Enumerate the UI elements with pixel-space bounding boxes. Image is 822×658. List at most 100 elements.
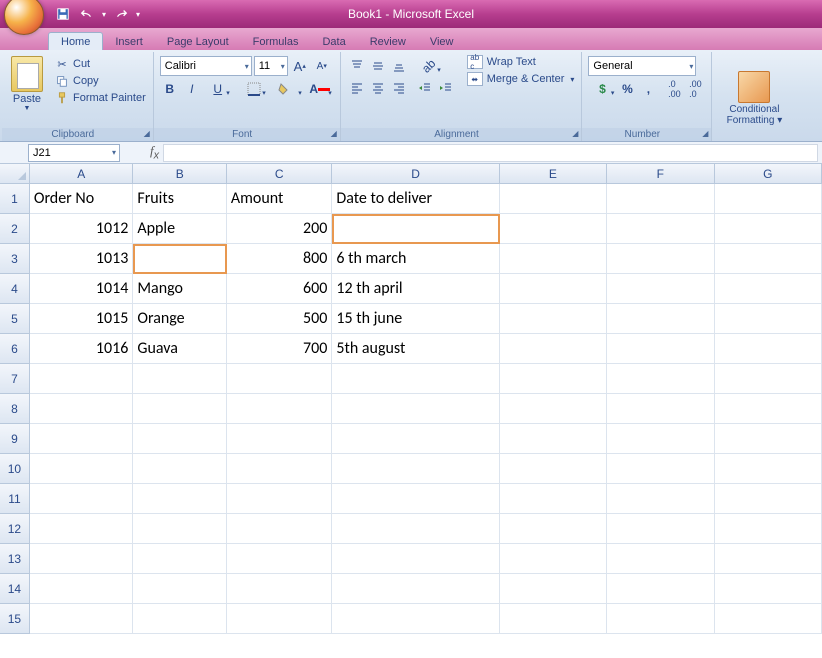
row-header-1[interactable]: 1 — [0, 184, 30, 214]
redo-icon[interactable] — [110, 4, 132, 24]
cell-C14[interactable] — [227, 574, 332, 604]
cell-B6[interactable]: Guava — [133, 334, 227, 364]
cell-G5[interactable] — [715, 304, 822, 334]
number-launcher[interactable]: ◢ — [702, 129, 708, 138]
cell-D14[interactable] — [332, 574, 499, 604]
cell-G15[interactable] — [715, 604, 822, 634]
cell-F4[interactable] — [607, 274, 714, 304]
cell-D5[interactable]: 15 th june — [332, 304, 499, 334]
row-header-8[interactable]: 8 — [0, 394, 30, 424]
cell-D13[interactable] — [332, 544, 499, 574]
cell-B9[interactable] — [133, 424, 227, 454]
cell-G7[interactable] — [715, 364, 822, 394]
number-format-dropdown[interactable]: General — [588, 56, 696, 76]
name-box[interactable]: J21 — [28, 144, 120, 162]
cell-A13[interactable] — [30, 544, 134, 574]
cell-F2[interactable] — [607, 214, 714, 244]
cell-A14[interactable] — [30, 574, 134, 604]
column-header-A[interactable]: A — [30, 164, 133, 184]
borders-button[interactable] — [240, 79, 268, 99]
increase-indent-button[interactable] — [436, 78, 456, 98]
cell-A1[interactable]: Order No — [30, 184, 134, 214]
cell-A3[interactable]: 1013 — [30, 244, 134, 274]
cell-D15[interactable] — [332, 604, 499, 634]
decrease-decimal-button[interactable]: .00.0 — [685, 79, 705, 99]
bold-button[interactable]: B — [160, 79, 180, 99]
row-header-11[interactable]: 11 — [0, 484, 30, 514]
cell-E10[interactable] — [500, 454, 607, 484]
align-middle-button[interactable] — [368, 56, 388, 76]
cell-A15[interactable] — [30, 604, 134, 634]
column-header-E[interactable]: E — [500, 164, 607, 184]
cell-B12[interactable] — [133, 514, 227, 544]
font-family-dropdown[interactable]: Calibri — [160, 56, 252, 76]
cell-B10[interactable] — [133, 454, 227, 484]
cell-A10[interactable] — [30, 454, 134, 484]
cell-B7[interactable] — [133, 364, 227, 394]
row-header-14[interactable]: 14 — [0, 574, 30, 604]
cell-F8[interactable] — [607, 394, 714, 424]
cell-E11[interactable] — [500, 484, 607, 514]
cell-B15[interactable] — [133, 604, 227, 634]
row-header-6[interactable]: 6 — [0, 334, 30, 364]
row-header-12[interactable]: 12 — [0, 514, 30, 544]
cell-D7[interactable] — [332, 364, 499, 394]
select-all-corner[interactable] — [0, 164, 30, 184]
tab-review[interactable]: Review — [358, 33, 418, 50]
row-header-2[interactable]: 2 — [0, 214, 30, 244]
tab-home[interactable]: Home — [48, 32, 103, 50]
cell-C15[interactable] — [227, 604, 332, 634]
cell-D9[interactable] — [332, 424, 499, 454]
underline-button[interactable]: U — [204, 79, 232, 99]
row-header-10[interactable]: 10 — [0, 454, 30, 484]
cell-A9[interactable] — [30, 424, 134, 454]
cell-A4[interactable]: 1014 — [30, 274, 134, 304]
align-right-button[interactable] — [389, 78, 409, 98]
conditional-formatting-button[interactable]: ConditionalFormatting ▾ — [722, 71, 786, 126]
cell-E8[interactable] — [500, 394, 607, 424]
column-header-G[interactable]: G — [715, 164, 822, 184]
row-header-5[interactable]: 5 — [0, 304, 30, 334]
row-header-3[interactable]: 3 — [0, 244, 30, 274]
column-header-F[interactable]: F — [607, 164, 714, 184]
cell-G1[interactable] — [715, 184, 822, 214]
qat-dropdown[interactable]: ▾ — [100, 4, 108, 24]
cell-E9[interactable] — [500, 424, 607, 454]
row-header-7[interactable]: 7 — [0, 364, 30, 394]
cell-G2[interactable] — [715, 214, 822, 244]
cell-D6[interactable]: 5th august — [332, 334, 499, 364]
cell-A6[interactable]: 1016 — [30, 334, 134, 364]
cell-C3[interactable]: 800 — [227, 244, 332, 274]
italic-button[interactable]: I — [182, 79, 202, 99]
accounting-format-button[interactable]: $ — [588, 79, 616, 99]
cell-C12[interactable] — [227, 514, 332, 544]
align-top-button[interactable] — [347, 56, 367, 76]
align-center-button[interactable] — [368, 78, 388, 98]
cell-A2[interactable]: 1012 — [30, 214, 134, 244]
merge-center-button[interactable]: ⬌ Merge & Center ▾ — [464, 71, 578, 87]
cell-B4[interactable]: Mango — [133, 274, 227, 304]
cell-E13[interactable] — [500, 544, 607, 574]
cell-C6[interactable]: 700 — [227, 334, 332, 364]
comma-button[interactable]: , — [638, 79, 658, 99]
cell-A11[interactable] — [30, 484, 134, 514]
cell-F5[interactable] — [607, 304, 714, 334]
cell-C7[interactable] — [227, 364, 332, 394]
cell-B8[interactable] — [133, 394, 227, 424]
cell-D2[interactable] — [332, 214, 499, 244]
cell-B13[interactable] — [133, 544, 227, 574]
cell-C5[interactable]: 500 — [227, 304, 332, 334]
cell-C13[interactable] — [227, 544, 332, 574]
fill-color-button[interactable] — [276, 79, 304, 99]
cell-A7[interactable] — [30, 364, 134, 394]
cell-D10[interactable] — [332, 454, 499, 484]
shrink-font-button[interactable]: A▾ — [312, 56, 332, 76]
cell-B5[interactable]: Orange — [133, 304, 227, 334]
cell-F10[interactable] — [607, 454, 714, 484]
font-size-dropdown[interactable]: 11 — [254, 56, 288, 76]
cell-G9[interactable] — [715, 424, 822, 454]
cell-F7[interactable] — [607, 364, 714, 394]
cell-G6[interactable] — [715, 334, 822, 364]
cell-C11[interactable] — [227, 484, 332, 514]
row-header-15[interactable]: 15 — [0, 604, 30, 634]
